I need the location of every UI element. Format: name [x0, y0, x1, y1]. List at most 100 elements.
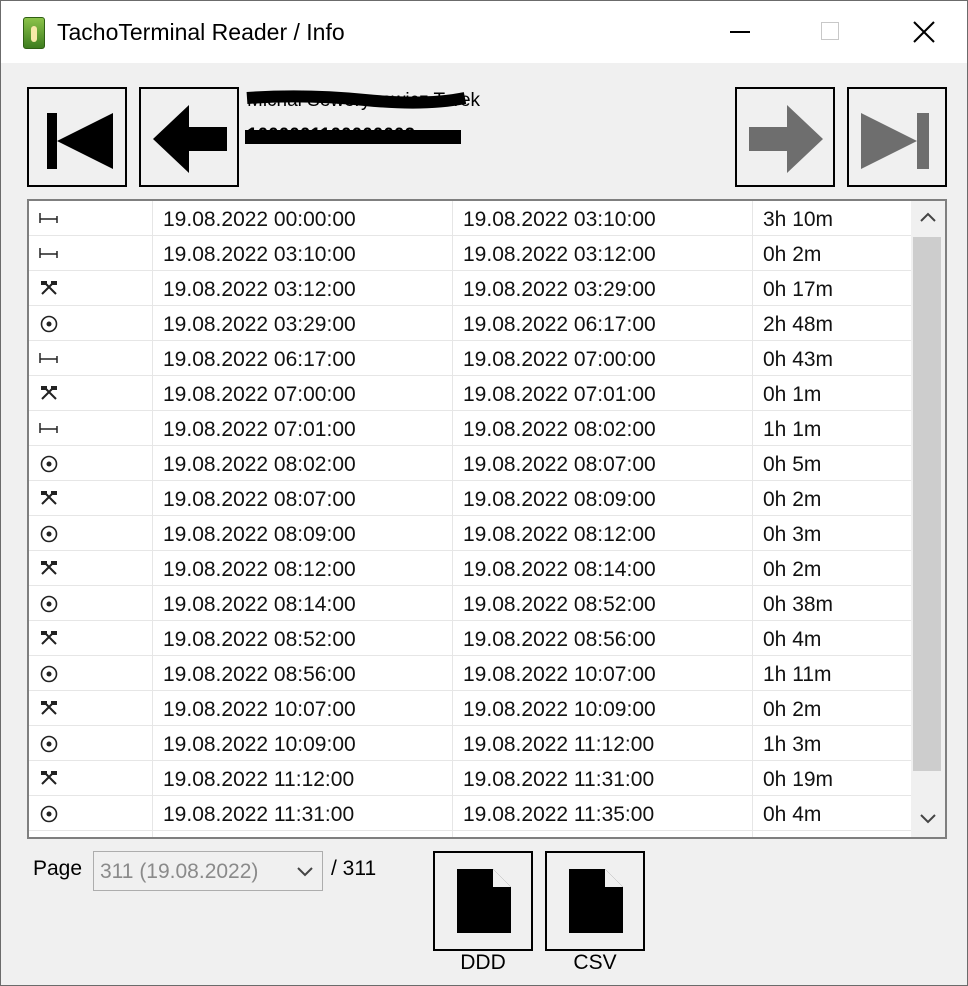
table-row[interactable]: 19.08.2022 10:07:00 19.08.2022 10:09:00 0h… — [29, 691, 911, 726]
activity-icon-cell — [29, 411, 153, 445]
first-page-button[interactable] — [27, 87, 127, 187]
activity-icon-cell — [29, 691, 153, 725]
table-row[interactable]: 19.08.2022 08:07:00 19.08.2022 08:09:00 0h… — [29, 481, 911, 516]
activity-icon-cell — [29, 446, 153, 480]
end-time-cell: 19.08.2022 08:09:00 — [453, 481, 753, 515]
duration-cell: 0h 2m — [763, 243, 822, 266]
close-icon — [913, 21, 935, 43]
end-time-cell: 19.08.2022 03:10:00 — [453, 201, 753, 235]
table-row[interactable]: 19.08.2022 11:31:00 19.08.2022 11:35:00 0h… — [29, 796, 911, 831]
last-page-button[interactable] — [847, 87, 947, 187]
table-row[interactable]: 19.08.2022 03:10:00 19.08.2022 03:12:00 0h… — [29, 236, 911, 271]
table-row[interactable]: 19.08.2022 03:12:00 19.08.2022 03:29:00 0h… — [29, 271, 911, 306]
start-time-cell: 19.08.2022 08:14:00 — [153, 586, 453, 620]
end-time-cell: 19.08.2022 10:09:00 — [453, 691, 753, 725]
activity-icon-cell — [29, 481, 153, 515]
rest-bed-icon — [39, 213, 58, 223]
duration-cell: 0h 38m — [763, 593, 834, 616]
end-time-cell: 19.08.2022 03:12:00 — [453, 236, 753, 270]
duration-cell: 0h 43m — [763, 348, 834, 371]
activity-icon-cell — [29, 271, 153, 305]
previous-page-button[interactable] — [139, 87, 239, 187]
table-row[interactable]: 19.08.2022 08:12:00 19.08.2022 08:14:00 0h… — [29, 551, 911, 586]
duration-cell: 2h 48m — [763, 313, 834, 336]
table-row[interactable]: 19.08.2022 08:02:00 19.08.2022 08:07:00 0h… — [29, 446, 911, 481]
end-time-cell: 19.08.2022 06:17:00 — [453, 306, 753, 340]
table-row[interactable]: 19.08.2022 07:00:00 19.08.2022 07:01:00 0h… — [29, 376, 911, 411]
activity-icon-cell — [29, 656, 153, 690]
end-time-cell: 19.08.2022 11:31:00 — [453, 761, 753, 795]
table-row[interactable]: 19.08.2022 11:12:00 19.08.2022 11:31:00 0h… — [29, 761, 911, 796]
start-time-cell: 19.08.2022 03:10:00 — [153, 236, 453, 270]
redaction-mark — [245, 130, 461, 144]
minimize-button[interactable] — [695, 1, 785, 63]
end-time-cell: 19.08.2022 08:12:00 — [453, 516, 753, 550]
activity-icon-cell — [29, 551, 153, 585]
export-ddd-button[interactable] — [433, 851, 533, 951]
duration-cell: 12h 25m — [753, 831, 911, 837]
table-row[interactable]: 19.08.2022 03:29:00 19.08.2022 06:17:00 2h… — [29, 306, 911, 341]
arrow-right-icon — [749, 105, 823, 173]
hammers-work-icon — [41, 561, 57, 575]
vertical-scrollbar[interactable] — [911, 201, 945, 837]
steering-wheel-drive-icon — [40, 735, 58, 753]
activity-table[interactable]: 19.08.2022 00:00:00 19.08.2022 03:10:00 3h… — [27, 199, 947, 839]
maximize-button[interactable] — [785, 1, 875, 63]
duration-cell: 0h 1m — [763, 383, 822, 406]
table-row[interactable]: 19.08.2022 06:17:00 19.08.2022 07:00:00 0h… — [29, 341, 911, 376]
hammers-work-icon — [41, 386, 57, 400]
start-time-cell: 19.08.2022 07:00:00 — [153, 376, 453, 410]
activity-icon-cell — [29, 796, 153, 830]
start-time-cell: 19.08.2022 10:07:00 — [153, 691, 453, 725]
activity-icon-cell — [29, 726, 153, 760]
scroll-down-button[interactable] — [911, 803, 945, 837]
hammers-work-icon — [41, 701, 57, 715]
duration-cell: 0h 2m — [763, 488, 822, 511]
skip-to-last-icon — [861, 113, 929, 169]
file-icon — [457, 869, 511, 933]
activity-icon-cell: ? — [29, 831, 153, 837]
table-row[interactable]: 19.08.2022 08:56:00 19.08.2022 10:07:00 1h… — [29, 656, 911, 691]
app-icon — [23, 17, 45, 49]
end-time-cell: 19.08.2022 11:35:00 — [453, 796, 753, 830]
export-csv-label: CSV — [573, 951, 617, 974]
page-label: Page — [33, 857, 83, 880]
table-row[interactable]: 19.08.2022 08:14:00 19.08.2022 08:52:00 0h… — [29, 586, 911, 621]
end-time-cell: 19.08.2022 07:01:00 — [453, 376, 753, 410]
activity-icon-cell — [29, 201, 153, 235]
title-bar[interactable]: TachoTerminal Reader / Info — [1, 1, 967, 63]
start-time-cell: 19.08.2022 11:12:00 — [153, 761, 453, 795]
table-row[interactable]: 19.08.2022 07:01:00 19.08.2022 08:02:00 1h… — [29, 411, 911, 446]
page-select-value: 311 (19.08.2022) — [100, 860, 259, 883]
table-row[interactable]: 19.08.2022 00:00:00 19.08.2022 03:10:00 3h… — [29, 201, 911, 236]
activity-rows: 19.08.2022 00:00:00 19.08.2022 03:10:00 3h… — [29, 201, 911, 837]
steering-wheel-drive-icon — [40, 595, 58, 613]
end-time-cell: 19.08.2022 03:29:00 — [453, 271, 753, 305]
end-time-cell: 19.08.2022 11:12:00 — [453, 726, 753, 760]
steering-wheel-drive-icon — [40, 315, 58, 333]
skip-to-first-icon — [47, 113, 113, 169]
page-select[interactable]: 311 (19.08.2022) — [93, 851, 323, 891]
end-time-cell: 19.08.2022 07:00:00 — [453, 341, 753, 375]
redaction-mark — [246, 90, 467, 109]
start-time-cell: 19.08.2022 08:12:00 — [153, 551, 453, 585]
duration-cell: 1h 11m — [763, 663, 832, 686]
table-row[interactable]: 19.08.2022 08:09:00 19.08.2022 08:12:00 0h… — [29, 516, 911, 551]
duration-cell: 0h 2m — [763, 558, 822, 581]
export-csv-button[interactable] — [545, 851, 645, 951]
table-row[interactable]: 19.08.2022 10:09:00 19.08.2022 11:12:00 1h… — [29, 726, 911, 761]
table-row[interactable]: 19.08.2022 08:52:00 19.08.2022 08:56:00 0h… — [29, 621, 911, 656]
activity-icon-cell — [29, 306, 153, 340]
scroll-up-button[interactable] — [911, 201, 945, 235]
activity-icon-cell — [29, 586, 153, 620]
scrollbar-thumb[interactable] — [913, 237, 941, 771]
next-page-button[interactable] — [735, 87, 835, 187]
chevron-up-icon — [920, 212, 936, 222]
activity-icon-cell — [29, 621, 153, 655]
steering-wheel-drive-icon — [40, 665, 58, 683]
close-button[interactable] — [877, 1, 967, 63]
end-time-cell: 19.08.2022 08:14:00 — [453, 551, 753, 585]
hammers-work-icon — [41, 771, 57, 785]
table-row[interactable]: ?19.08.2022 11:35:0020.08.2022 00:00:001… — [29, 831, 911, 837]
duration-cell: 0h 3m — [763, 523, 822, 546]
